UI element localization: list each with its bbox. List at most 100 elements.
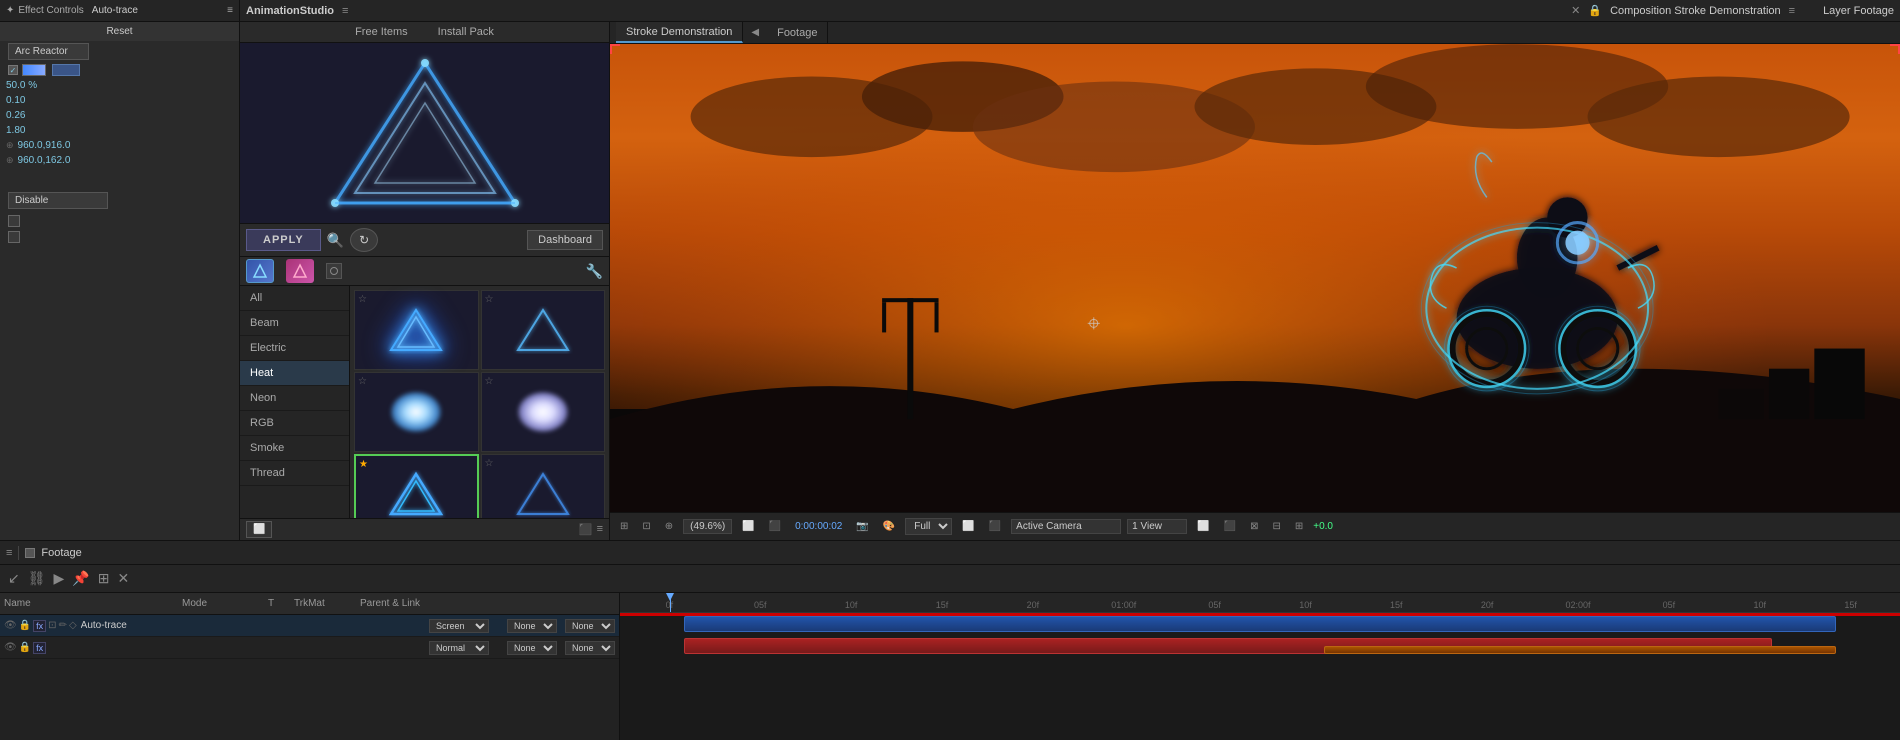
track-bar-1[interactable] xyxy=(684,616,1836,632)
tab-footage[interactable]: Footage xyxy=(767,22,828,43)
disable-dropdown[interactable]: Disable xyxy=(8,192,108,209)
playhead[interactable] xyxy=(670,593,671,612)
comp-tool-2[interactable]: ⊡ xyxy=(638,519,654,534)
tab-pink[interactable] xyxy=(286,259,314,283)
wrench-button[interactable]: 🔧 xyxy=(586,263,603,280)
close-comp-btn[interactable]: ✕ xyxy=(1571,4,1580,17)
cat-all[interactable]: All xyxy=(240,286,349,311)
composition-viewport[interactable] xyxy=(610,44,1900,512)
parent-select[interactable]: None xyxy=(565,619,615,633)
comp-tool-6[interactable]: ⬜ xyxy=(958,519,978,534)
comp-tool-3[interactable]: ⊕ xyxy=(661,519,677,534)
small-checkbox-1[interactable] xyxy=(8,215,20,227)
cat-thread[interactable]: Thread xyxy=(240,461,349,486)
comp-tool-8[interactable]: ⬜ xyxy=(1193,519,1213,534)
animation-studio-title: AnimationStudio xyxy=(246,5,334,17)
track-bar-3[interactable] xyxy=(1324,646,1836,654)
apply-button[interactable]: APPLY xyxy=(246,229,321,251)
tl-tool-link[interactable]: ⛓ xyxy=(26,568,48,589)
tl-tool-play[interactable]: ▶ xyxy=(52,568,67,589)
layer-column-headers: Name Mode T TrkMat Parent & Link xyxy=(0,593,619,615)
star-1[interactable]: ☆ xyxy=(358,294,367,305)
tab-stroke-demo[interactable]: Stroke Demonstration xyxy=(616,22,743,43)
star-5[interactable]: ★ xyxy=(359,459,368,470)
list-view-btn[interactable]: ≡ xyxy=(597,523,603,536)
comp-tool-11[interactable]: ⊟ xyxy=(1268,519,1284,534)
tl-tool-close[interactable]: ✕ xyxy=(115,568,131,589)
camera-btn[interactable]: 📷 xyxy=(852,519,872,534)
preset-dropdown[interactable]: Arc Reactor xyxy=(8,43,89,60)
layer-lock-icon[interactable]: 🔒 xyxy=(19,620,31,631)
cycle-icon-btn[interactable]: ↻ xyxy=(350,228,378,252)
trkmat-2[interactable]: None xyxy=(507,641,557,655)
layer-fx-badge[interactable]: fx xyxy=(33,620,46,632)
thumb-4[interactable]: ☆ xyxy=(481,372,606,452)
view-count-select[interactable]: 1 View xyxy=(1127,519,1187,534)
layer-mode-select[interactable]: Screen xyxy=(429,619,489,633)
grid-view-btn[interactable]: ⬛ xyxy=(579,523,593,536)
cat-neon[interactable]: Neon xyxy=(240,386,349,411)
tl-tool-pin[interactable]: 📌 xyxy=(70,568,91,589)
star-4[interactable]: ☆ xyxy=(485,376,494,387)
color-swatch[interactable] xyxy=(22,64,46,76)
comp-tool-1[interactable]: ⊞ xyxy=(616,519,632,534)
thumb-3[interactable]: ☆ xyxy=(354,372,479,452)
reset-btn[interactable]: Reset xyxy=(0,22,239,41)
parent-2[interactable]: None xyxy=(565,641,615,655)
install-pack-btn[interactable]: Install Pack xyxy=(438,26,494,38)
layer-fx-2[interactable]: fx xyxy=(33,642,46,654)
comp-tool-9[interactable]: ⬛ xyxy=(1220,519,1240,534)
anim-panel-menu[interactable]: ≡ xyxy=(342,5,348,17)
enable-checkbox[interactable] xyxy=(8,65,18,75)
dashboard-button[interactable]: Dashboard xyxy=(527,230,603,250)
star-6[interactable]: ☆ xyxy=(485,458,494,469)
layer-vis-icon[interactable]: 👁 xyxy=(4,620,17,631)
layer-mode-2[interactable]: Normal xyxy=(429,641,489,655)
star-2[interactable]: ☆ xyxy=(485,294,494,305)
quality-select[interactable]: Full xyxy=(905,518,952,535)
thumb-2[interactable]: ☆ xyxy=(481,290,606,370)
track-2[interactable] xyxy=(620,635,1900,657)
thumb-5[interactable]: ★ xyxy=(354,454,479,518)
comp-tool-5[interactable]: ⬛ xyxy=(765,519,785,534)
tab-blue[interactable] xyxy=(246,259,274,283)
color-swatch-2[interactable] xyxy=(52,64,80,76)
layer-diamond-icon[interactable]: ◇ xyxy=(69,620,77,631)
zoom-level[interactable]: (49.6%) xyxy=(683,519,732,534)
tl-tool-box[interactable]: ⊞ xyxy=(96,568,112,589)
cat-beam[interactable]: Beam xyxy=(240,311,349,336)
expand-btn[interactable]: ⬜ xyxy=(246,521,272,538)
cat-electric[interactable]: Electric xyxy=(240,336,349,361)
comp-tool-10[interactable]: ⊠ xyxy=(1246,519,1262,534)
middle-bottom-bar: ⬜ ⬛ ≡ xyxy=(240,518,609,540)
panel-menu-btn[interactable]: ≡ xyxy=(227,5,233,16)
layer-lock-2[interactable]: 🔒 xyxy=(19,642,31,653)
active-camera-select[interactable]: Active Camera xyxy=(1011,519,1121,534)
layer-vis-2[interactable]: 👁 xyxy=(4,642,17,653)
comp-tool-12[interactable]: ⊞ xyxy=(1291,519,1307,534)
layer-row-autotrace[interactable]: 👁 🔒 fx ⊡ ✏ ◇ Auto-trace Screen None None xyxy=(0,615,619,637)
cat-smoke[interactable]: Smoke xyxy=(240,436,349,461)
timeline-menu[interactable]: ≡ xyxy=(6,547,12,559)
layer-row-2[interactable]: 👁 🔒 fx Normal None None xyxy=(0,637,619,659)
comp-menu-btn[interactable]: ≡ xyxy=(1789,5,1795,17)
cat-heat[interactable]: Heat xyxy=(240,361,349,386)
cat-rgb[interactable]: RGB xyxy=(240,411,349,436)
thumb-6[interactable]: ☆ xyxy=(481,454,606,518)
track-1[interactable] xyxy=(620,613,1900,635)
layer-pen-icon[interactable]: ✏ xyxy=(59,620,67,631)
comp-tool-4[interactable]: ⬜ xyxy=(738,519,758,534)
free-items-btn[interactable]: Free Items xyxy=(355,26,408,38)
mark-105: 05f xyxy=(1169,600,1260,610)
comp-tool-7[interactable]: ⬛ xyxy=(985,519,1005,534)
thumb-1[interactable]: ☆ xyxy=(354,290,479,370)
search-button[interactable]: 🔍 xyxy=(327,232,344,249)
comp-title: Composition Stroke Demonstration xyxy=(1610,5,1781,17)
star-3[interactable]: ☆ xyxy=(358,376,367,387)
small-checkbox-2[interactable] xyxy=(8,231,20,243)
tl-tool-arrow[interactable]: ↙ xyxy=(6,568,22,589)
tab-circle[interactable] xyxy=(326,263,342,279)
trkmat-select[interactable]: None xyxy=(507,619,557,633)
color-btn[interactable]: 🎨 xyxy=(879,519,899,534)
layer-stop-icon[interactable]: ⊡ xyxy=(48,620,56,631)
